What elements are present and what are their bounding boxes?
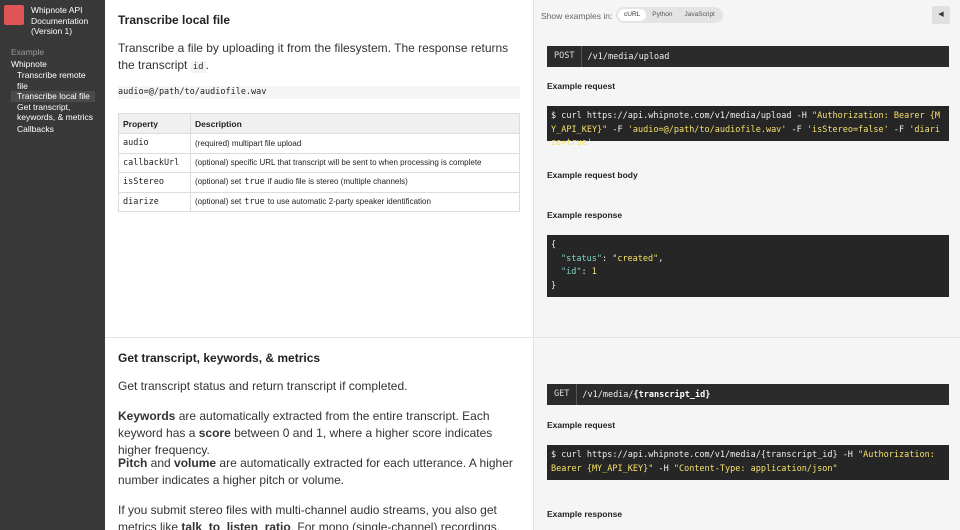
section-divider — [534, 337, 960, 338]
sidebar-item-transcribe-local[interactable]: Transcribe local file — [11, 91, 95, 102]
table-cell-property: callbackUrl — [118, 152, 191, 173]
table-header-row: Property Description — [118, 113, 520, 134]
bold-keywords: Keywords — [118, 409, 176, 423]
table-cell-description: (optional) set true if audio file is stere… — [190, 172, 520, 193]
example-response-label: Example response — [547, 509, 623, 519]
code-string: "Content-Type: application/json" — [673, 463, 838, 474]
collapse-examples-button[interactable]: ◀ — [932, 6, 950, 24]
code-text: -H — [653, 463, 674, 474]
description-text: Transcribe a file by uploading it from t… — [118, 41, 509, 72]
paragraph-pitch-volume: Pitch and volume are automatically extra… — [118, 455, 518, 489]
table-row: audio (required) multipart file upload — [118, 133, 520, 154]
logo — [4, 5, 24, 25]
parameter-table: Property Description audio (required) mu… — [118, 113, 520, 212]
endpoint-bar-post: POST /v1/media/upload — [547, 46, 949, 67]
section-divider — [105, 337, 533, 338]
code-string: 'audio=@/path/to/audiofile.wav' — [627, 124, 787, 135]
description-text: (optional) set — [195, 196, 242, 206]
inline-code-id: id — [190, 61, 206, 73]
paragraph-text: and — [147, 456, 175, 470]
bold-pitch: Pitch — [118, 456, 148, 470]
table-cell-description: (optional) set true to use automatic 2-par… — [190, 191, 520, 212]
code-line: { — [551, 240, 557, 250]
section-title-get-transcript: Get transcript, keywords, & metrics — [118, 351, 321, 365]
chevron-left-icon: ◀ — [938, 11, 944, 18]
paragraph-text: . For mono (single-channel) recordings, — [290, 520, 501, 530]
example-request-code: $ curl https://api.whipnote.com/v1/media… — [547, 445, 949, 480]
endpoint-path: /v1/media/upload — [587, 51, 670, 62]
description-text: to use automatic 2-party speaker identif… — [267, 196, 431, 206]
paragraph-get-status: Get transcript status and return transcr… — [118, 379, 408, 393]
description-text: (optional) specific URL that transcript … — [195, 158, 482, 168]
table-row: diarize (optional) set true to use automat… — [118, 191, 520, 212]
lang-tab-javascript[interactable]: JavaScript — [679, 9, 721, 21]
doc-column: Transcribe local file Transcribe a file … — [105, 0, 533, 530]
table-row: isStereo (optional) set true if audio file… — [118, 172, 520, 193]
description-end: . — [205, 58, 209, 72]
bold-talk-ratio: talk_to_listen_ratio — [181, 520, 291, 530]
table-row: callbackUrl (optional) specific URL that… — [118, 152, 520, 173]
inline-code-true: true — [244, 177, 265, 188]
table-cell-description: (optional) specific URL that transcript … — [190, 152, 520, 173]
description-text: (required) multipart file upload — [195, 138, 302, 148]
code-text: $ curl https://api.whipnote.com/v1/media… — [551, 450, 859, 460]
sidebar-item-get-transcript[interactable]: Get transcript, keywords, & metrics — [11, 102, 95, 123]
table-cell-property: isStereo — [118, 172, 191, 193]
lang-tab-python[interactable]: Python — [646, 9, 678, 21]
nav-section-label: Example — [11, 47, 45, 57]
example-request-code: $ curl https://api.whipnote.com/v1/media… — [547, 106, 949, 148]
json-key: "status" — [561, 253, 602, 264]
brand-title: Whipnote API Documentation (Version 1) — [31, 5, 89, 36]
code-line: "id": 1 — [561, 267, 597, 277]
inline-code-true: true — [244, 196, 265, 207]
code-text: -F — [786, 124, 807, 135]
example-request-label: Example request — [547, 81, 616, 91]
path-text: /v1/media/ — [582, 389, 634, 400]
example-request-label: Example request — [547, 420, 616, 430]
code-text: -F — [607, 124, 628, 135]
code-text: $ curl https://api.whipnote.com/v1/media… — [551, 111, 812, 121]
description-text: if audio file is stereo (multiple channe… — [267, 177, 408, 187]
show-examples-label: Show examples in: — [541, 11, 613, 21]
bold-score: score — [198, 426, 231, 440]
table-cell-property: audio — [118, 133, 191, 154]
sidebar: Whipnote API Documentation (Version 1) E… — [0, 0, 105, 530]
code-text: -F — [888, 124, 910, 135]
path-param: {transcript_id} — [633, 389, 711, 400]
language-switcher: cURL Python JavaScript — [616, 7, 723, 23]
section-description: Transcribe a file by uploading it from t… — [118, 40, 520, 76]
examples-column: Show examples in: cURL Python JavaScript… — [533, 0, 960, 530]
bold-volume: volume — [174, 456, 217, 470]
table-header: Description — [190, 113, 520, 134]
example-response-code: { "status": "created", "id": 1 } — [547, 235, 949, 297]
nav-api-link[interactable]: Whipnote — [11, 58, 95, 70]
table-header: Property — [118, 113, 191, 134]
endpoint-bar-get: GET /v1/media/{transcript_id} — [547, 384, 949, 405]
code-line: } — [551, 280, 557, 291]
code-line: "status": "created", — [561, 253, 664, 264]
example-request-body-label: Example request body — [547, 170, 638, 180]
paragraph-keywords: Keywords are automatically extracted fro… — [118, 408, 518, 459]
code-sample-line: audio=@/path/to/audiofile.wav — [118, 86, 520, 99]
json-value: 1 — [591, 267, 597, 277]
sidebar-item-callbacks[interactable]: Callbacks — [11, 123, 95, 135]
http-method: POST — [547, 46, 583, 67]
sidebar-nav: Example Whipnote Transcribe remote file … — [11, 47, 95, 135]
table-cell-property: diarize — [118, 191, 191, 212]
example-response-label: Example response — [547, 210, 623, 220]
sidebar-item-transcribe-remote[interactable]: Transcribe remote file — [11, 70, 95, 91]
code-string: 'isStereo=false' — [806, 124, 889, 135]
lang-tab-curl[interactable]: cURL — [618, 9, 647, 21]
endpoint-path: /v1/media/{transcript_id} — [577, 390, 710, 400]
paragraph-stereo: If you submit stereo files with multi-ch… — [118, 502, 518, 530]
json-value: "created" — [612, 253, 659, 264]
table-cell-description: (required) multipart file upload — [190, 133, 520, 154]
http-method: GET — [547, 384, 578, 405]
json-key: "id" — [561, 267, 582, 277]
description-text: (optional) set — [195, 177, 242, 187]
section-title-transcribe-local: Transcribe local file — [118, 13, 231, 27]
